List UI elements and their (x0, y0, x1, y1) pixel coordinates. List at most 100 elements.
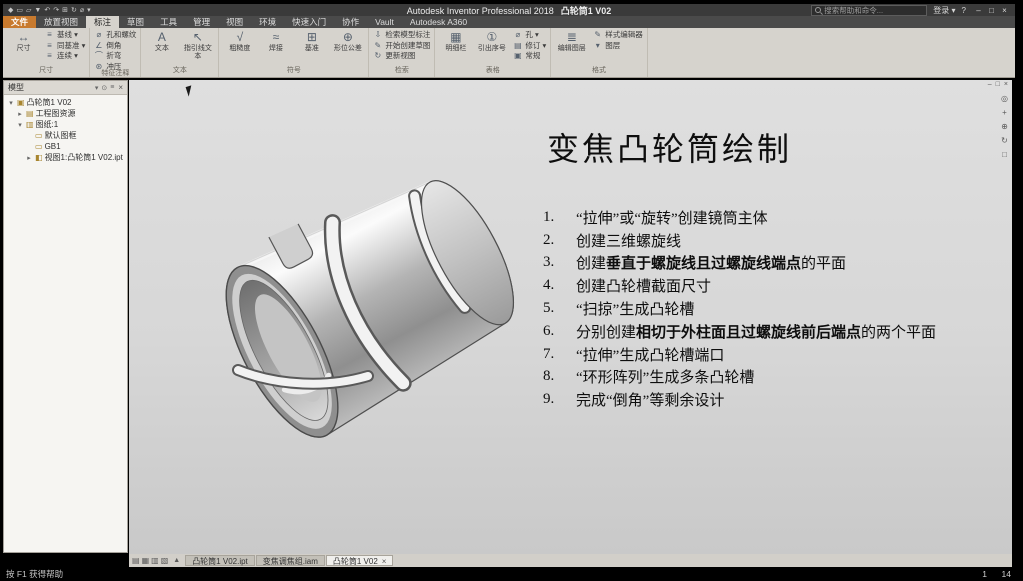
panel-label[interactable]: 尺寸 (7, 64, 85, 77)
step-item[interactable]: 1. “拉伸”或“旋转”创建镜筒主体 (543, 206, 993, 229)
browser-filter-icon[interactable]: ▾ (95, 84, 99, 92)
chamfer-note-button[interactable]: ∠ 倒角 (94, 41, 136, 51)
minimize-button[interactable]: – (972, 6, 985, 15)
close-icon[interactable]: × (382, 556, 387, 566)
measure-icon[interactable]: ⌀ (80, 6, 84, 14)
arrange-horizontal-icon[interactable]: ▥ (151, 556, 159, 565)
revision-table-button[interactable]: ▤ 修订 ▾ (513, 41, 546, 51)
baseline-dimension-button[interactable]: ≡ 基线 ▾ (45, 30, 85, 40)
save-icon[interactable]: ▼ (34, 7, 41, 14)
expander-closed-icon[interactable]: ▸ (25, 154, 33, 162)
arrange-vertical-icon[interactable]: ▧ (161, 556, 169, 565)
update-views-button[interactable]: ↻ 更新视图 (373, 51, 430, 61)
general-table-button[interactable]: ▣ 常规 (513, 51, 546, 61)
drawing-canvas[interactable]: 变焦凸轮筒绘制 1. “拉伸”或“旋转”创建镜筒主体 2. 创建三维螺旋线 3. 创建垂直… (129, 80, 1012, 554)
open-file-icon[interactable]: ▱ (26, 6, 31, 14)
doc-minimize-icon[interactable]: – (988, 81, 992, 88)
tree-item[interactable]: ▭ 默认图框 (4, 130, 127, 141)
ribbon-tab[interactable]: 工具 (152, 16, 185, 28)
zoom-icon[interactable]: ⊕ (1001, 122, 1008, 131)
parts-list-button[interactable]: ▦ 明细栏 (439, 30, 472, 53)
expander-closed-icon[interactable]: ▸ (16, 110, 24, 118)
document-tab[interactable]: 凸轮筒1 V02 × (325, 555, 394, 566)
expander-open-icon[interactable]: ▾ (7, 99, 15, 107)
look-at-icon[interactable]: □ (1002, 150, 1007, 159)
ribbon-tab[interactable]: 视图 (218, 16, 251, 28)
edit-layers-button[interactable]: ≣ 编辑图层 (555, 30, 588, 53)
hole-table-button[interactable]: ⌀ 孔 ▾ (513, 30, 546, 40)
help-search-input[interactable]: 搜索帮助和命令... (811, 4, 928, 16)
step-item[interactable]: 6. 分别创建相切于外柱面且过螺旋线前后端点的两个平面 (543, 320, 993, 343)
tree-item[interactable]: ▾ ▥ 图纸:1 (4, 119, 127, 130)
ribbon-tab[interactable]: 管理 (185, 16, 218, 28)
arrange-tile-icon[interactable]: ▦ (142, 556, 150, 565)
print-icon[interactable]: ⊞ (62, 6, 68, 14)
panel-label[interactable]: 检索 (373, 64, 430, 77)
datum-identifier-button[interactable]: ⊞ 基准 (295, 30, 328, 53)
ribbon-tab[interactable]: Autodesk A360 (402, 16, 475, 28)
ribbon-tab[interactable]: Vault (367, 16, 402, 28)
step-item[interactable]: 7. “拉伸”生成凸轮槽端口 (543, 343, 993, 366)
panel-label[interactable]: 格式 (555, 64, 643, 77)
start-sketch-button[interactable]: ✎ 开始创建草图 (373, 41, 431, 51)
step-item[interactable]: 4. 创建凸轮槽截面尺寸 (543, 274, 993, 297)
browser-search-icon[interactable]: ⊙ (101, 84, 107, 92)
feature-control-frame-button[interactable]: ⊕ 形位公差 (331, 30, 364, 53)
retrieve-model-annotations-button[interactable]: ⇩ 检索模型标注 (373, 30, 431, 40)
ribbon-tab[interactable]: 文件 (3, 16, 37, 28)
ribbon-tab[interactable]: 快速入门 (284, 16, 334, 28)
panel-label[interactable]: 文本 (145, 64, 214, 77)
leader-text-button[interactable]: ↖ 指引线文本 (181, 30, 214, 61)
step-item[interactable]: 5. “扫掠”生成凸轮槽 (543, 297, 993, 320)
navigation-wheel-icon[interactable]: ◎ (1001, 94, 1008, 103)
step-item[interactable]: 8. “环形阵列”生成多条凸轮槽 (543, 366, 993, 389)
step-item[interactable]: 9. 完成“倒角”等剩余设计 (543, 388, 993, 411)
undo-icon[interactable]: ↶ (44, 6, 50, 14)
help-button[interactable]: ? (962, 6, 966, 15)
layer-dropdown[interactable]: ▾ 图层 (593, 41, 643, 51)
new-file-icon[interactable]: ▭ (16, 6, 23, 14)
ribbon-tab[interactable]: 草图 (119, 16, 152, 28)
doc-restore-icon[interactable]: □ (996, 81, 1000, 88)
close-button[interactable]: × (998, 6, 1011, 15)
panel-label[interactable]: 表格 (439, 64, 546, 77)
step-item[interactable]: 2. 创建三维螺旋线 (543, 229, 993, 252)
balloon-button[interactable]: ① 引出序号 (475, 30, 508, 53)
ordinate-dimension-button[interactable]: ≡ 同基准 ▾ (45, 41, 85, 51)
sheet-title-text[interactable]: 变焦凸轮筒绘制 (547, 124, 792, 170)
cam-barrel-model[interactable] (178, 130, 558, 470)
hole-thread-note-button[interactable]: ⌀ 孔和螺纹 (94, 30, 136, 40)
ribbon-tab[interactable]: 放置视图 (36, 16, 86, 28)
text-button[interactable]: A 文本 (145, 30, 178, 61)
tree-item[interactable]: ▭ GB1 (4, 141, 127, 152)
expander-open-icon[interactable]: ▾ (16, 121, 24, 129)
document-tab[interactable]: 变焦调焦组.iam (255, 555, 325, 566)
steps-list[interactable]: 1. “拉伸”或“旋转”创建镜筒主体 2. 创建三维螺旋线 3. 创建垂直于螺旋线且过螺旋… (543, 206, 993, 411)
tree-item[interactable]: ▸ ◧ 视图1:凸轮筒1 V02.ipt (4, 152, 127, 163)
collapse-tabs-icon[interactable]: ▲ (173, 557, 180, 564)
document-tab[interactable]: 凸轮筒1 V02.ipt (185, 555, 255, 566)
panel-label[interactable]: 特征注释 (94, 67, 136, 80)
sign-in-button[interactable]: 登录 ▾ (933, 5, 955, 16)
arrange-cascade-icon[interactable]: ▤ (132, 556, 140, 565)
tree-item[interactable]: ▾ ▣ 凸轮筒1 V02 (4, 97, 127, 108)
orbit-icon[interactable]: ↻ (1001, 136, 1008, 145)
ribbon-tab[interactable]: 标注 (86, 16, 120, 28)
pan-icon[interactable]: + (1002, 108, 1007, 117)
ribbon-tab[interactable]: 环境 (251, 16, 284, 28)
styles-editor-button[interactable]: ✎ 样式编辑器 (593, 30, 642, 40)
appearance-dropdown-icon[interactable]: ▾ (87, 6, 91, 14)
bend-note-button[interactable]: ⌒ 折弯 (94, 51, 136, 61)
ribbon-tab[interactable]: 协作 (334, 16, 367, 28)
browser-close-icon[interactable]: × (118, 83, 123, 92)
tree-item[interactable]: ▸ ▤ 工程图资源 (4, 108, 127, 119)
restore-button[interactable]: □ (985, 6, 998, 15)
browser-header[interactable]: 模型 ▾ ⊙ ≡ × (4, 81, 127, 95)
doc-close-icon[interactable]: × (1004, 81, 1008, 88)
inventor-logo-icon[interactable]: ◆ (8, 6, 13, 14)
chain-dimension-button[interactable]: ≡ 连续 ▾ (45, 51, 85, 61)
update-icon[interactable]: ↻ (71, 6, 77, 14)
step-item[interactable]: 3. 创建垂直于螺旋线且过螺旋线端点的平面 (543, 252, 993, 275)
redo-icon[interactable]: ↷ (53, 6, 59, 14)
dimension-button[interactable]: ↔ 尺寸 (7, 30, 40, 53)
